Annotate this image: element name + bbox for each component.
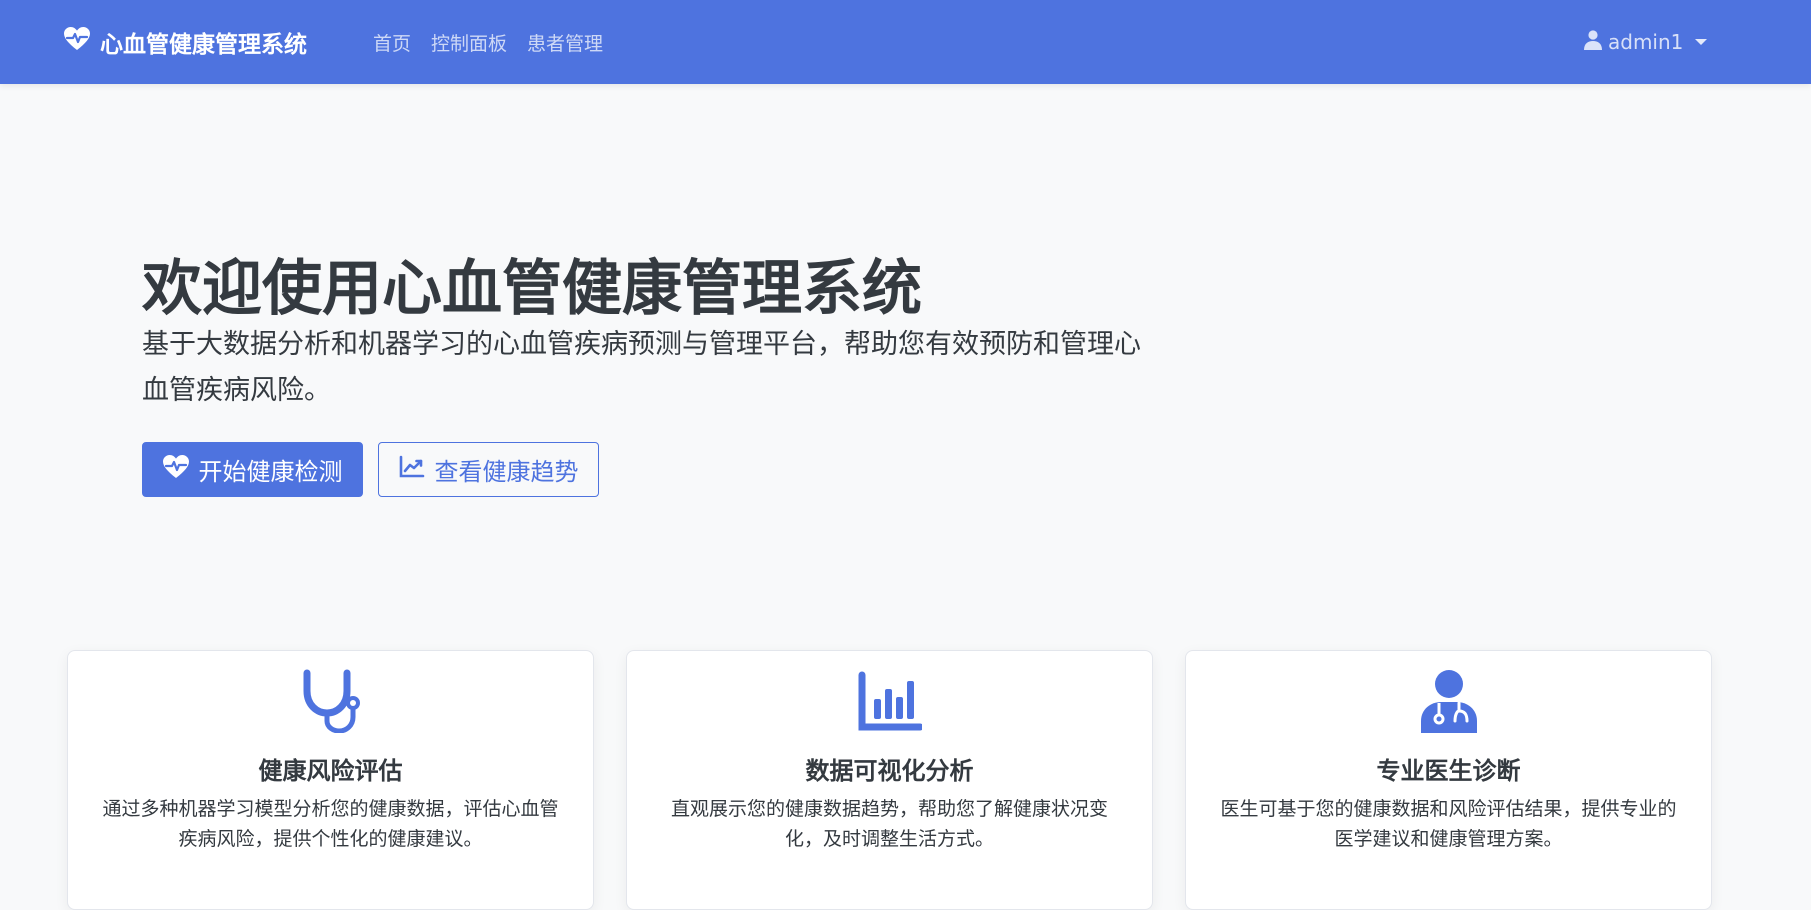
feature-title: 健康风险评估 bbox=[258, 757, 403, 785]
stethoscope-icon bbox=[68, 669, 593, 737]
chevron-down-icon bbox=[1695, 39, 1708, 45]
line-chart-icon bbox=[399, 455, 425, 485]
nav-links: 首页 控制面板 患者管理 bbox=[373, 0, 603, 84]
feature-desc: 医生可基于您的健康数据和风险评估结果，提供专业的医学建议和健康管理方案。 bbox=[1220, 798, 1677, 850]
user-name: admin1 bbox=[1608, 30, 1684, 54]
feature-card-visualization: 数据可视化分析 直观展示您的健康数据趋势，帮助您了解健康状况变化，及时调整生活方… bbox=[626, 650, 1153, 910]
feature-title: 数据可视化分析 bbox=[805, 757, 974, 785]
feature-desc: 直观展示您的健康数据趋势，帮助您了解健康状况变化，及时调整生活方式。 bbox=[670, 798, 1108, 850]
user-menu-dropdown[interactable]: admin1 bbox=[1584, 0, 1708, 84]
heart-pulse-icon bbox=[64, 27, 90, 57]
user-icon bbox=[1584, 29, 1602, 55]
hero-subtitle: 基于大数据分析和机器学习的心血管疾病预测与管理平台，帮助您有效预防和管理心血管疾… bbox=[142, 329, 1141, 406]
feature-title: 专业医生诊断 bbox=[1376, 757, 1521, 785]
nav-dashboard[interactable]: 控制面板 bbox=[431, 29, 507, 56]
bar-chart-icon bbox=[627, 669, 1152, 737]
start-health-check-button[interactable]: 开始健康检测 bbox=[142, 442, 363, 497]
feature-card-risk: 健康风险评估 通过多种机器学习模型分析您的健康数据，评估心血管疾病风险，提供个性… bbox=[67, 650, 594, 910]
brand-text: 心血管健康管理系统 bbox=[100, 32, 307, 58]
feature-card-doctor: 专业医生诊断 医生可基于您的健康数据和风险评估结果，提供专业的医学建议和健康管理… bbox=[1185, 650, 1712, 910]
view-health-trend-button[interactable]: 查看健康趋势 bbox=[378, 442, 599, 497]
start-health-check-label: 开始健康检测 bbox=[198, 458, 343, 486]
doctor-icon bbox=[1186, 669, 1711, 737]
top-navbar: 心血管健康管理系统 首页 控制面板 患者管理 admin1 bbox=[0, 0, 1811, 84]
nav-patients[interactable]: 患者管理 bbox=[527, 29, 603, 56]
nav-home[interactable]: 首页 bbox=[373, 29, 411, 56]
heart-pulse-icon bbox=[162, 454, 189, 485]
hero-title: 欢迎使用心血管健康管理系统 bbox=[142, 254, 922, 324]
feature-desc: 通过多种机器学习模型分析您的健康数据，评估心血管疾病风险，提供个性化的健康建议。 bbox=[102, 798, 559, 850]
view-health-trend-label: 查看健康趋势 bbox=[434, 458, 579, 486]
brand-link[interactable]: 心血管健康管理系统 bbox=[64, 0, 307, 84]
